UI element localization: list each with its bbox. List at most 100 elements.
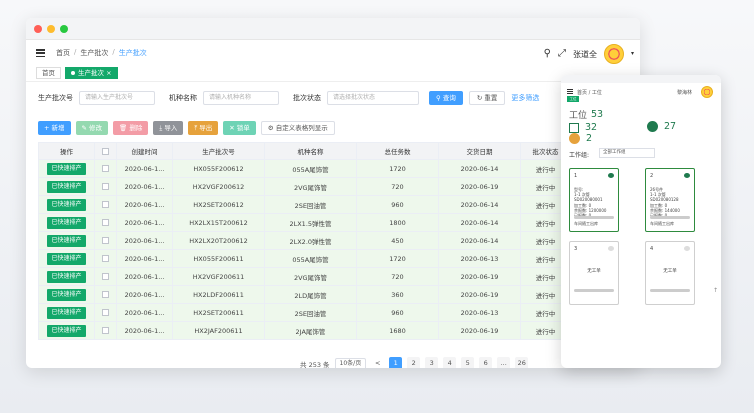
select-all-checkbox[interactable] bbox=[102, 147, 109, 155]
batch-status-select[interactable]: 请选择批次状态 bbox=[327, 91, 419, 105]
page-button[interactable]: 2 bbox=[407, 357, 421, 368]
row-checkbox[interactable] bbox=[102, 291, 109, 298]
page-button[interactable]: 4 bbox=[443, 357, 457, 368]
table-cell: 2LD尾饰管 bbox=[264, 285, 357, 304]
row-select[interactable] bbox=[94, 267, 117, 286]
edit-button[interactable]: ✎ 修改 bbox=[75, 121, 109, 135]
table-row[interactable]: 已快速排产 2020-06-1... HX2VGF200612 2VG尾饰管 720 20… bbox=[38, 177, 571, 196]
table-row[interactable]: 已快速排产 2020-06-1... HX055F200612 055A尾饰管 1720… bbox=[38, 159, 571, 178]
close-icon[interactable]: × bbox=[106, 69, 111, 77]
scroll-up-icon[interactable]: ↑ bbox=[713, 287, 718, 294]
row-select[interactable] bbox=[94, 303, 117, 322]
chevron-down-icon[interactable]: ▾ bbox=[631, 51, 634, 57]
avatar[interactable] bbox=[603, 44, 624, 64]
quick-schedule-button[interactable]: 已快速排产 bbox=[47, 306, 86, 319]
row-select[interactable] bbox=[94, 321, 117, 340]
col-delivery[interactable]: 交货日期 bbox=[438, 142, 521, 160]
user-name[interactable]: 张道全 bbox=[573, 49, 597, 60]
batch-no-input[interactable]: 请输入生产批次号 bbox=[79, 91, 155, 105]
menu-icon[interactable] bbox=[36, 49, 45, 58]
row-checkbox[interactable] bbox=[102, 219, 109, 226]
table-cell: 1680 bbox=[356, 321, 439, 340]
panel-user-name[interactable]: 黎海林 bbox=[677, 89, 692, 96]
quick-schedule-button[interactable]: 已快速排产 bbox=[47, 180, 86, 193]
row-action: 已快速排产 bbox=[38, 285, 95, 304]
avatar[interactable] bbox=[701, 86, 713, 98]
title-bar bbox=[26, 18, 640, 40]
table-row[interactable]: 已快速排产 2020-06-1... HX2LDF200611 2LD尾饰管 360 20… bbox=[38, 285, 571, 304]
table-row[interactable]: 已快速排产 2020-06-1... HX2LX15T200612 2LX1.5弹性管… bbox=[38, 213, 571, 232]
close-dot[interactable] bbox=[34, 25, 42, 33]
card-empty-text: 无工单 bbox=[663, 269, 677, 274]
station-card[interactable]: 1型号:1-1 次管SD020080001加工数: 0余报数: 1200000已… bbox=[569, 168, 619, 232]
page-button[interactable]: 5 bbox=[461, 357, 475, 368]
quick-schedule-button[interactable]: 已快速排产 bbox=[47, 270, 86, 283]
search-icon[interactable]: ⚲ bbox=[544, 49, 551, 59]
row-select[interactable] bbox=[94, 249, 117, 268]
toolbar: + 新增 ✎ 修改 🗑 删除 ⤓ 导入 ⤒ 导出 ✕ 锁单 ⚙ 自定义表格列显示 bbox=[38, 121, 335, 135]
quick-schedule-button[interactable]: 已快速排产 bbox=[47, 162, 86, 175]
col-model[interactable]: 机种名称 bbox=[264, 142, 357, 160]
table-row[interactable]: 已快速排产 2020-06-1... HX055F200611 055A尾饰管 1720… bbox=[38, 249, 571, 268]
page-button[interactable]: 6 bbox=[479, 357, 493, 368]
reset-button[interactable]: ↻ 重置 bbox=[468, 91, 506, 105]
table-row[interactable]: 已快速排产 2020-06-1... HX2LX20T200612 2LX2.0弹性管… bbox=[38, 231, 571, 250]
row-checkbox[interactable] bbox=[102, 327, 109, 334]
page-button[interactable]: 1 bbox=[389, 357, 403, 368]
table-row[interactable]: 已快速排产 2020-06-1... HX2JAF200611 2JA尾饰管 1680 2… bbox=[38, 321, 571, 340]
custom-columns-button[interactable]: ⚙ 自定义表格列显示 bbox=[260, 121, 335, 135]
more-filters-link[interactable]: 更多筛选 bbox=[511, 93, 539, 103]
row-checkbox[interactable] bbox=[102, 183, 109, 190]
lock-button[interactable]: ✕ 锁单 bbox=[223, 121, 256, 135]
breadcrumb-production[interactable]: 生产批次 bbox=[80, 48, 108, 58]
col-batch-no[interactable]: 生产批次号 bbox=[172, 142, 265, 160]
import-button[interactable]: ⤓ 导入 bbox=[153, 121, 184, 135]
add-button[interactable]: + 新增 bbox=[38, 121, 71, 135]
fullscreen-icon[interactable]: ⤢ bbox=[558, 49, 566, 59]
prev-page-button[interactable]: < bbox=[371, 357, 384, 368]
row-select[interactable] bbox=[94, 159, 117, 178]
station-card[interactable]: 4 无工单 bbox=[645, 241, 695, 305]
quick-schedule-button[interactable]: 已快速排产 bbox=[47, 234, 86, 247]
breadcrumb-home[interactable]: 首页 bbox=[56, 48, 70, 58]
model-name-input[interactable]: 请输入机种名称 bbox=[203, 91, 279, 105]
row-checkbox[interactable] bbox=[102, 201, 109, 208]
row-checkbox[interactable] bbox=[102, 165, 109, 172]
col-total[interactable]: 总任务数 bbox=[356, 142, 439, 160]
row-select[interactable] bbox=[94, 177, 117, 196]
query-button[interactable]: ⚲ 查询 bbox=[429, 91, 463, 105]
page-size-select[interactable]: 10条/页 bbox=[334, 357, 367, 368]
menu-icon[interactable] bbox=[567, 89, 573, 94]
row-select[interactable] bbox=[94, 213, 117, 232]
delete-button[interactable]: 🗑 删除 bbox=[113, 121, 149, 135]
row-select[interactable] bbox=[94, 285, 117, 304]
row-checkbox[interactable] bbox=[102, 255, 109, 262]
tab-home[interactable]: 首页 bbox=[36, 67, 61, 79]
panel-tab[interactable]: 工位 bbox=[567, 96, 579, 102]
quick-schedule-button[interactable]: 已快速排产 bbox=[47, 216, 86, 229]
maximize-dot[interactable] bbox=[60, 25, 68, 33]
tab-production[interactable]: 生产批次 × bbox=[65, 67, 118, 79]
page-button[interactable]: 3 bbox=[425, 357, 439, 368]
export-button[interactable]: ⤒ 导出 bbox=[188, 121, 219, 135]
page-button[interactable]: 26 bbox=[515, 357, 529, 368]
station-card[interactable]: 226号件1-1 次管SD020080128加工数: 0余报数: 144000已… bbox=[645, 168, 695, 232]
page-button[interactable]: ... bbox=[497, 357, 511, 368]
quick-schedule-button[interactable]: 已快速排产 bbox=[47, 324, 86, 337]
table-row[interactable]: 已快速排产 2020-06-1... HX2SET200612 2SE回油管 960 20… bbox=[38, 195, 571, 214]
row-checkbox[interactable] bbox=[102, 237, 109, 244]
col-select[interactable] bbox=[94, 142, 117, 160]
row-checkbox[interactable] bbox=[102, 309, 109, 316]
row-select[interactable] bbox=[94, 231, 117, 250]
table-row[interactable]: 已快速排产 2020-06-1... HX2SET200611 2SE回油管 960 20… bbox=[38, 303, 571, 322]
quick-schedule-button[interactable]: 已快速排产 bbox=[47, 288, 86, 301]
quick-schedule-button[interactable]: 已快速排产 bbox=[47, 198, 86, 211]
col-created[interactable]: 创建时间 bbox=[116, 142, 173, 160]
workgroup-select[interactable]: 全部工作组 bbox=[599, 148, 655, 158]
table-row[interactable]: 已快速排产 2020-06-1... HX2VGF200611 2VG尾饰管 720 20… bbox=[38, 267, 571, 286]
minimize-dot[interactable] bbox=[47, 25, 55, 33]
station-card[interactable]: 3 无工单 bbox=[569, 241, 619, 305]
row-select[interactable] bbox=[94, 195, 117, 214]
quick-schedule-button[interactable]: 已快速排产 bbox=[47, 252, 86, 265]
row-checkbox[interactable] bbox=[102, 273, 109, 280]
